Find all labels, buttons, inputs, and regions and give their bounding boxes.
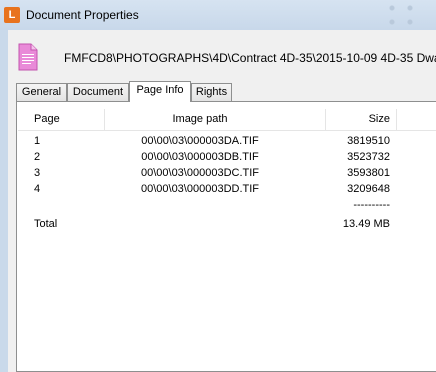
column-header-size[interactable]: Size: [326, 109, 390, 130]
file-size: 3209648: [347, 183, 390, 195]
table-row[interactable]: 2 00\00\03\000003DB.TIF 3523732: [18, 149, 436, 165]
page-number: 4: [34, 183, 41, 195]
tab-rights[interactable]: Rights: [191, 83, 232, 101]
page-number: 3: [34, 167, 41, 179]
file-size: 3593801: [347, 167, 390, 179]
tab-page-info[interactable]: Page Info: [129, 81, 191, 102]
file-size: 3819510: [347, 135, 390, 147]
tab-general[interactable]: General: [16, 83, 67, 101]
decorative-pattern: [384, 2, 436, 28]
image-path: 00\00\03\000003DB.TIF: [141, 151, 259, 163]
column-divider[interactable]: [396, 109, 397, 130]
document-path-field[interactable]: FMFCD8\PHOTOGRAPHS\4D\Contract 4D-35\201…: [60, 47, 436, 69]
total-separator: ----------: [353, 199, 390, 211]
table-row[interactable]: 4 00\00\03\000003DD.TIF 3209648: [18, 181, 436, 197]
document-icon: [18, 43, 38, 71]
tab-document[interactable]: Document: [67, 83, 129, 101]
page-number: 2: [34, 151, 41, 163]
table-row[interactable]: 3 00\00\03\000003DC.TIF 3593801: [18, 165, 436, 181]
window-title: Document Properties: [26, 8, 139, 22]
image-path: 00\00\03\000003DD.TIF: [140, 183, 260, 195]
file-size: 3523732: [347, 151, 390, 163]
image-path: 00\00\03\000003DC.TIF: [140, 167, 260, 179]
app-logo-icon: L: [4, 7, 20, 23]
table-row-separator: ----------: [18, 197, 436, 213]
image-path: 00\00\03\000003DA.TIF: [141, 135, 259, 147]
page-info-panel: Page Image path Size 1 00\00\03\000003DA…: [16, 101, 436, 372]
column-header-page[interactable]: Page: [34, 109, 60, 130]
table-row-total[interactable]: Total 13.49 MB: [18, 216, 436, 232]
table-row[interactable]: 1 00\00\03\000003DA.TIF 3819510: [18, 133, 436, 149]
table-header: Page Image path Size: [18, 109, 436, 131]
total-size: 13.49 MB: [342, 218, 390, 230]
title-bar[interactable]: L Document Properties: [0, 0, 436, 30]
page-number: 1: [34, 135, 41, 147]
dialog-body: FMFCD8\PHOTOGRAPHS\4D\Contract 4D-35\201…: [8, 30, 436, 372]
total-label: Total: [34, 218, 58, 230]
column-header-image-path[interactable]: Image path: [105, 109, 295, 130]
